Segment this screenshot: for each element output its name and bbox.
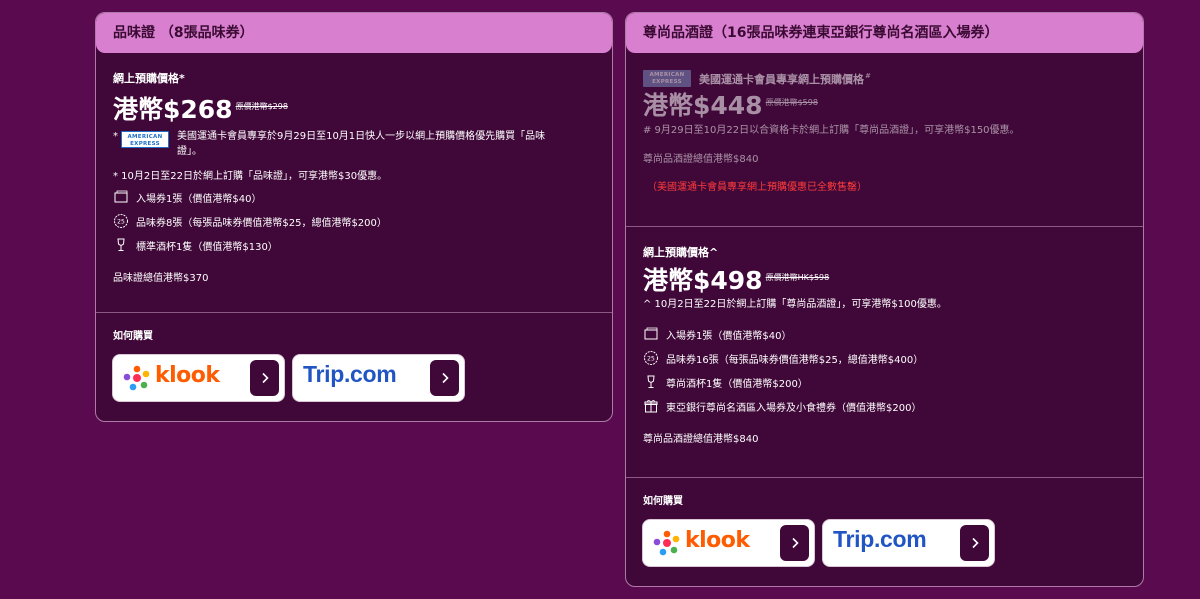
- amex-logo: AMERICAN EXPRESS: [643, 70, 691, 87]
- chevron-right-icon: [960, 525, 989, 561]
- pass-card-standard: 品味證 （8張品味券） 網上預購價格* 港幣$268 原價港幣$298 * AM…: [95, 12, 613, 422]
- pass-card-premium: 尊尚品酒證（16張品味券連東亞銀行尊尚名酒區入場券） AMERICAN EXPR…: [625, 12, 1144, 587]
- klook-logo-icon: [123, 365, 150, 391]
- chevron-right-icon: [780, 525, 809, 561]
- trip-buy-button[interactable]: Trip.com: [823, 520, 994, 566]
- chevron-right-icon: [430, 360, 459, 396]
- list-item: 標準酒杯1隻（價值港幣$130）: [113, 233, 595, 257]
- klook-label: klook: [685, 528, 750, 553]
- presale-price-label: 網上預購價格^: [643, 246, 719, 259]
- list-item: 25 品味券8張（每張品味券價值港幣$25，總值港幣$200）: [113, 209, 595, 233]
- trip-label: Trip.com: [303, 361, 397, 387]
- klook-logo-icon: [653, 530, 680, 556]
- how-to-buy-label: 如何購買: [643, 496, 683, 507]
- presale-price: 港幣$498: [643, 266, 763, 295]
- amex-price: 港幣$448: [643, 91, 763, 120]
- divider: [626, 226, 1143, 227]
- total-value: 品味證總值港幣$370: [113, 273, 209, 284]
- list-item: 入場券1張（價值港幣$40）: [643, 322, 1126, 346]
- tasting-coupon-icon: 25: [643, 350, 659, 366]
- amex-note-mark: *: [113, 131, 118, 142]
- card-title: 尊尚品酒證（16張品味券連東亞銀行尊尚名酒區入場券）: [626, 13, 1143, 53]
- ticket-icon: [643, 326, 659, 342]
- klook-buy-button[interactable]: klook: [643, 520, 814, 566]
- amex-original-price: 原價港幣$598: [765, 98, 818, 107]
- discount-note: ^ 10月2日至22日於網上訂購「尊尚品酒證」，可享港幣$100優惠。: [643, 299, 947, 310]
- list-item: 尊尚酒杯1隻（價值港幣$200）: [643, 370, 1126, 394]
- presale-price: 港幣$268: [113, 95, 233, 124]
- trip-label: Trip.com: [833, 526, 927, 552]
- amex-presale-section: AMERICAN EXPRESS 美國運通卡會員專享網上預購價格 # 港幣$44…: [643, 70, 1126, 167]
- soldout-notice: （美國運通卡會員專享網上預購優惠已全數售罄）: [647, 182, 867, 193]
- chevron-right-icon: [250, 360, 279, 396]
- list-item: 東亞銀行尊尚名酒區入場券及小食禮券（價值港幣$200）: [643, 394, 1126, 418]
- amex-price-label: 美國運通卡會員專享網上預購價格: [699, 72, 864, 86]
- amex-priority-note: 美國運通卡會員專享於9月29日至10月1日快人一步以網上預購價格優先購買「品味 …: [177, 131, 546, 157]
- amex-discount-note: # 9月29日至10月22日以合資格卡於網上訂購「尊尚品酒證」，可享港幣$150…: [643, 125, 1020, 136]
- amex-logo: AMERICAN EXPRESS: [121, 131, 169, 148]
- list-item: 入場券1張（價值港幣$40）: [113, 185, 595, 209]
- ticket-icon: [113, 189, 129, 205]
- svg-text:25: 25: [117, 219, 125, 226]
- trip-buy-button[interactable]: Trip.com: [293, 355, 464, 401]
- original-price: 原價港幣HK$598: [765, 273, 830, 282]
- original-price: 原價港幣$298: [235, 102, 288, 111]
- presale-price-label: 網上預購價格*: [113, 72, 185, 85]
- tasting-coupon-icon: 25: [113, 213, 129, 229]
- discount-note: * 10月2日至22日於網上訂購「品味證」，可享港幣$30優惠。: [113, 171, 388, 182]
- how-to-buy-label: 如何購買: [113, 331, 153, 342]
- klook-label: klook: [155, 363, 220, 388]
- list-item: 25 品味券16張（每張品味券價值港幣$25，總值港幣$400）: [643, 346, 1126, 370]
- amex-total-value: 尊尚品酒證總值港幣$840: [643, 154, 759, 165]
- total-value: 尊尚品酒證總值港幣$840: [643, 434, 759, 445]
- divider: [626, 477, 1143, 478]
- wine-glass-icon: [643, 374, 659, 390]
- svg-text:25: 25: [647, 356, 655, 363]
- card-title: 品味證 （8張品味券）: [96, 13, 612, 53]
- divider: [96, 312, 612, 313]
- gift-icon: [643, 398, 659, 414]
- klook-buy-button[interactable]: klook: [113, 355, 284, 401]
- wine-glass-icon: [113, 237, 129, 253]
- amex-label-mark: #: [865, 71, 871, 80]
